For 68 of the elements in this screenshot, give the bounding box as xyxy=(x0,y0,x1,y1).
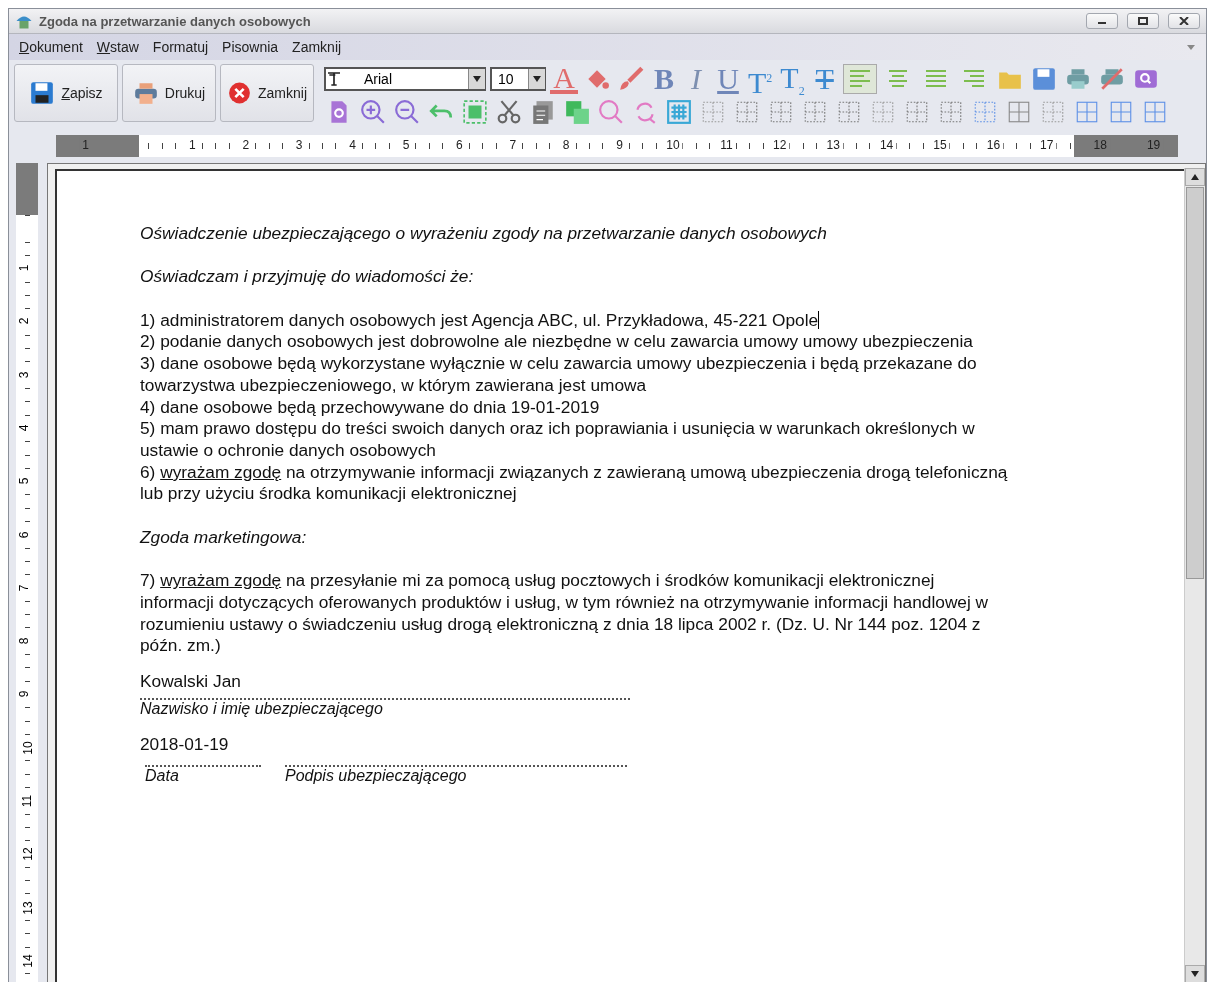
document-paragraph: Oświadczenie ubezpieczającego o wyrażeniu zgody na przetwarzanie danych osobowych xyxy=(140,223,828,245)
scrollbar[interactable] xyxy=(1184,168,1205,982)
printer-icon xyxy=(132,80,159,106)
paste-icon xyxy=(564,99,590,125)
table-grid-icon xyxy=(972,99,998,125)
table-grid-icon xyxy=(938,99,964,125)
font-size-select[interactable]: 10 xyxy=(490,67,546,91)
table-grid-icon xyxy=(734,99,760,125)
document-paragraph: 1) administratorem danych osobowych jest Agencja ABC, ul. Przykładowa, 45-221 Opole 2) podanie danych osobowych jest dobrowolne ale niezbędne w celu zawarcia umowy umowy ubezpieczenia 3) dane osobowe będą wykorzystane wyłącznie w celu zawarcia umowy ubezpieczenia i będą przekazane do towarzystwa ubezpieczeniowego, w którym zawierana jest umowa 4) dane osobowe będą przechowywane do dnia 19-01-2019 5) mam prawo dostępu do treści swoich danych oraz ich poprawiania i usunięcia w warunkach określonych w ustawie o ochronie danych osobowych 6) wyrażam zgodę na otrzymywanie informacji związanych z zawieraną umową ubezpieczenia drogą telefoniczną lub przy użyciu środka komunikacji elektronicznej xyxy=(140,309,1009,506)
table-icon xyxy=(666,99,692,125)
document-paragraph: 7) wyrażam zgodę na przesyłanie mi za pomocą usług pocztowych i środków komunikacji elektronicznej informacji dotyczących oferowanych produktów i usług, w tym również na otrzymywanie informacji handlowej w rozumieniu ustawy o świadczeniu usług drogą elektroniczną z dnia 18 lipca 2002 r. (Dz. U. Nr 144 poz. 1204 z późn. zm.) xyxy=(140,570,990,657)
table-grid-icon xyxy=(870,99,896,125)
signature-caption: Podpis ubezpieczającego xyxy=(285,766,468,785)
menu-item[interactable]: Wstaw xyxy=(96,39,139,55)
menu-item[interactable]: Formatuj xyxy=(152,39,209,55)
find-icon xyxy=(598,99,624,125)
signature-date: 2018-01-19 xyxy=(140,733,230,755)
menu-item[interactable]: Pisownia xyxy=(222,39,279,55)
table-grid-icon xyxy=(1006,99,1032,125)
minimize-button[interactable] xyxy=(1086,13,1118,29)
table-grid-icon xyxy=(700,99,726,125)
dropdown-arrow-icon xyxy=(1186,43,1196,51)
table-grid-icon xyxy=(1108,99,1134,125)
ruler-label: 1 xyxy=(186,138,199,152)
close-button[interactable]: Zamknij xyxy=(220,64,314,122)
window-title: Zgoda na przetwarzanie danych osobowych xyxy=(39,13,312,29)
document-paragraph: Zgoda marketingowa: xyxy=(140,526,308,549)
signature-name: Kowalski Jan xyxy=(140,670,242,692)
close-button[interactable] xyxy=(1168,13,1200,29)
dropdown-arrow-icon xyxy=(533,76,541,82)
printer-icon xyxy=(1064,66,1091,92)
ruler-label: 4 xyxy=(346,138,359,152)
save-button[interactable]: Zapisz xyxy=(14,64,118,122)
ruler-margin xyxy=(16,163,38,215)
document-paragraph: Oświadczam i przyjmuję do wiadomości że: xyxy=(140,266,475,289)
font-icon xyxy=(326,71,342,87)
ruler-label: 9 xyxy=(613,138,626,152)
table-grid-icon xyxy=(904,99,930,125)
table-grid-icon xyxy=(836,99,862,125)
brush-icon xyxy=(618,66,644,92)
menu-item[interactable]: Zamknij xyxy=(292,39,342,55)
table-grid-icon xyxy=(802,99,828,125)
table-grid-icon xyxy=(1040,99,1066,125)
close-icon xyxy=(1179,17,1189,25)
scroll-up-icon xyxy=(1191,174,1199,180)
toolbar-button[interactable] xyxy=(664,97,694,127)
scissors-icon xyxy=(496,99,522,125)
print-button[interactable]: Drukuj xyxy=(122,64,216,122)
printer-crossed-icon xyxy=(1098,66,1125,92)
maximize-icon xyxy=(1138,17,1148,25)
close-icon xyxy=(227,80,252,106)
table-grid-icon xyxy=(768,99,794,125)
select-all-icon xyxy=(462,99,488,125)
align-left-button[interactable] xyxy=(842,64,877,94)
toolbar-button[interactable] xyxy=(460,97,490,127)
signature-caption: Nazwisko i imię ubezpieczającego xyxy=(140,699,384,718)
font-select[interactable]: Arial xyxy=(324,67,486,91)
dropdown-arrow-icon xyxy=(473,76,481,82)
table-grid-icon xyxy=(1142,99,1168,125)
scroll-down-icon xyxy=(1191,971,1199,977)
ruler-label: 6 xyxy=(453,138,466,152)
menu-item[interactable]: Dokument xyxy=(19,39,83,55)
maximize-button[interactable] xyxy=(1127,13,1159,29)
zoom-out-icon xyxy=(394,99,420,125)
copy-icon xyxy=(530,99,556,125)
zoom-in-icon xyxy=(360,99,386,125)
table-grid-icon xyxy=(1074,99,1100,125)
signature-caption: Data xyxy=(145,766,180,785)
